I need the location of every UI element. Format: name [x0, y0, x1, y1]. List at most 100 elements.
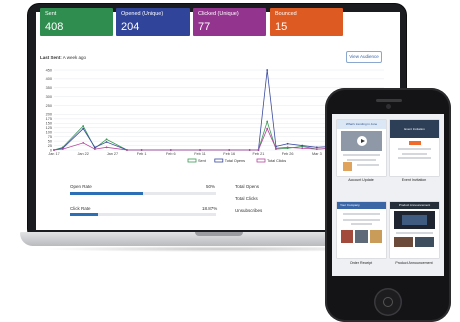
tile-header: Product Announcement [390, 202, 439, 209]
clicked-value: 77 [198, 21, 211, 33]
phone-speaker [376, 99, 402, 102]
open-rate-value: 50% [206, 184, 216, 189]
data-point [257, 149, 260, 151]
y-tick-label: 175 [46, 117, 52, 121]
play-icon[interactable] [357, 136, 367, 146]
total-clicks-label: Total Clicks [235, 196, 258, 201]
tile-caption-event-invitation: Event Invitation [401, 178, 427, 182]
tile-caption-order-receipt: Order Receipt [349, 261, 373, 265]
data-point [301, 144, 304, 147]
bounced-label: Bounced [275, 11, 297, 17]
sent-value: 408 [45, 21, 64, 33]
data-point [315, 148, 318, 151]
open-rate-bar [70, 192, 216, 195]
x-tick-label: Feb 26 [282, 152, 294, 156]
data-point [61, 148, 64, 151]
template-tile-event-invitation[interactable]: Event Invitation [390, 120, 439, 176]
x-tick-label: Feb 6 [166, 152, 176, 156]
opened-label: Opened (Unique) [121, 11, 164, 17]
legend-swatch [187, 158, 197, 163]
opened-value: 204 [121, 21, 140, 33]
video-thumbnail [341, 131, 382, 151]
open-rate-bar-fill [70, 192, 143, 195]
x-tick-label: Feb 1 [137, 152, 147, 156]
click-rate-bar-fill [70, 213, 98, 216]
data-point [105, 146, 108, 149]
data-point [82, 127, 85, 130]
product-image [394, 211, 435, 229]
data-point [169, 149, 172, 151]
data-point [315, 146, 318, 149]
data-point [286, 142, 289, 145]
data-point [126, 149, 128, 151]
y-tick-label: 450 [46, 68, 52, 72]
home-button[interactable] [374, 288, 402, 316]
click-rate-label: Click Rate [70, 206, 91, 211]
data-point [266, 127, 269, 130]
data-point [93, 148, 96, 151]
data-point [286, 146, 289, 149]
y-tick-label: 300 [46, 95, 52, 99]
bounced-card[interactable]: Bounced 15 [270, 8, 343, 36]
cta-button [408, 141, 421, 145]
x-tick-label: Mar 3 [312, 152, 322, 156]
click-rate-bar [70, 213, 216, 216]
clicked-card[interactable]: Clicked (Unique) 77 [193, 8, 266, 36]
data-point [82, 141, 85, 144]
template-tile-product-announcement[interactable]: Product Announcement [390, 202, 439, 258]
y-tick-label: 75 [48, 135, 52, 139]
unsubscribes-label: Unsubscribes [235, 208, 263, 213]
phone-camera [386, 104, 391, 109]
data-point [199, 149, 201, 151]
tile-header: Your Company [337, 202, 386, 209]
data-point [275, 147, 277, 150]
data-point [93, 146, 96, 149]
data-point [248, 149, 251, 151]
data-point [82, 125, 85, 127]
laptop-notch [195, 232, 243, 236]
y-tick-label: 150 [46, 122, 52, 126]
total-opens-label: Total Opens [235, 184, 260, 189]
y-tick-label: 50 [48, 139, 52, 143]
opened-card[interactable]: Opened (Unique) 204 [116, 8, 190, 36]
x-tick-label: Feb 11 [194, 152, 206, 156]
data-point [301, 147, 304, 150]
tile-caption-product-announcement: Product Announcement [395, 261, 433, 265]
tile-caption-account-update: Account Update [348, 178, 374, 182]
legend-swatch [256, 158, 266, 163]
open-rate-label: Open Rate [70, 184, 92, 189]
template-tile-account-update[interactable]: What's trending in June [337, 120, 386, 176]
data-point [266, 69, 269, 71]
data-point [140, 149, 143, 151]
x-tick-label: Jan 27 [107, 152, 118, 156]
x-tick-label: Jan 22 [78, 152, 89, 156]
power-icon [383, 297, 393, 307]
y-tick-label: 250 [46, 104, 52, 108]
y-tick-label: 100 [46, 131, 52, 135]
y-tick-label: 125 [46, 126, 52, 130]
data-point [105, 138, 108, 141]
sent-label: Sent [45, 11, 57, 17]
bounced-value: 15 [275, 21, 288, 33]
product-thumbs [341, 230, 382, 243]
y-tick-label: 400 [46, 77, 52, 81]
y-tick-label: 200 [46, 113, 52, 117]
legend-label: Sent [198, 159, 207, 163]
legend-label: Total Opens [225, 159, 245, 163]
thumb-image [343, 162, 352, 171]
data-point [228, 149, 231, 151]
click-rate-value: 18.87% [202, 206, 218, 211]
data-point [105, 141, 108, 143]
tile-header: Event Invitation [390, 120, 439, 138]
phone-screen: What's trending in June Account Update E… [332, 114, 444, 276]
x-tick-label: Jan 17 [48, 152, 59, 156]
legend-label: Total Clicks [267, 159, 286, 163]
data-point [266, 120, 269, 123]
tile-header: What's trending in June [337, 120, 386, 129]
template-tile-order-receipt[interactable]: Your Company [337, 202, 386, 258]
clicked-label: Clicked (Unique) [198, 11, 239, 17]
x-tick-label: Feb 16 [223, 152, 235, 156]
x-tick-label: Feb 21 [253, 152, 265, 156]
y-tick-label: 350 [46, 86, 52, 90]
sent-card[interactable]: Sent 408 [40, 8, 113, 36]
